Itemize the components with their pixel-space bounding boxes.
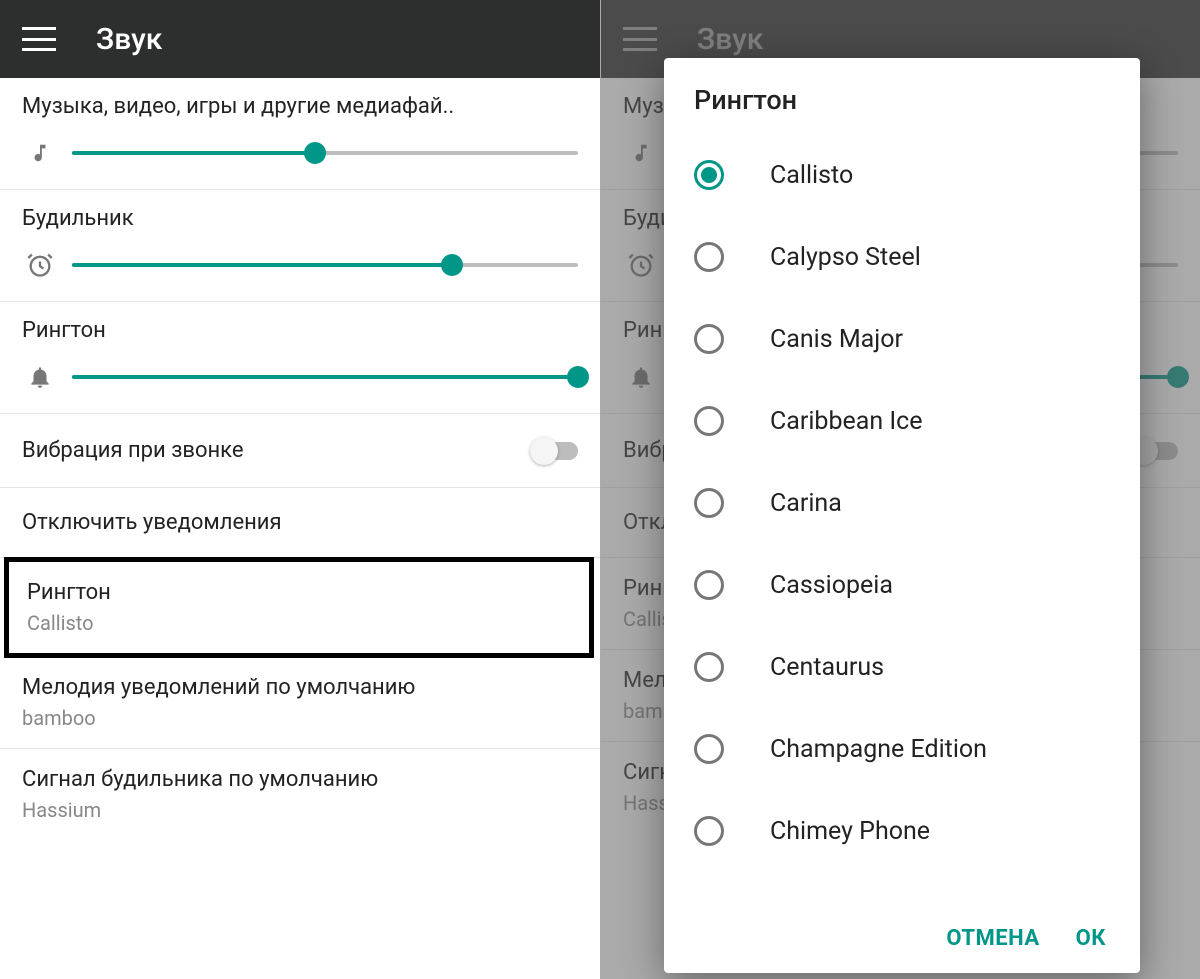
radio-icon	[694, 324, 724, 354]
settings-pane-right: Звук Музыка, видео, игры и другие медиаф…	[600, 0, 1200, 979]
ringtone-option-label: Canis Major	[770, 325, 903, 354]
ringtone-volume-item: Рингтон	[0, 302, 600, 414]
alarm-clock-icon	[22, 251, 58, 279]
settings-list: Музыка, видео, игры и другие медиафай.. …	[0, 78, 600, 840]
ok-button[interactable]: ОК	[1076, 926, 1106, 951]
app-header: Звук	[0, 0, 600, 78]
menu-icon[interactable]	[22, 27, 56, 51]
notification-sound-label: Мелодия уведомлений по умолчанию	[22, 675, 578, 700]
media-volume-label: Музыка, видео, игры и другие медиафай..	[22, 94, 578, 119]
bell-icon	[22, 364, 58, 390]
radio-icon	[694, 160, 724, 190]
vibrate-on-call-label: Вибрация при звонке	[22, 438, 244, 463]
settings-pane-left: Звук Музыка, видео, игры и другие медиаф…	[0, 0, 600, 979]
ringtone-setting-item[interactable]: Рингтон Callisto	[4, 557, 594, 658]
ringtone-picker-dialog: Рингтон Callisto Calypso Steel Canis Major…	[664, 58, 1140, 973]
alarm-sound-item[interactable]: Сигнал будильника по умолчанию Hassium	[0, 749, 600, 840]
ringtone-option[interactable]: Canis Major	[694, 298, 1140, 380]
ringtone-setting-value: Callisto	[27, 611, 571, 635]
alarm-volume-slider[interactable]	[72, 263, 578, 267]
ringtone-option[interactable]: Centaurus	[694, 626, 1140, 708]
ringtone-option[interactable]: Callisto	[694, 134, 1140, 216]
radio-icon	[694, 406, 724, 436]
alarm-volume-item: Будильник	[0, 190, 600, 302]
notification-sound-value: bamboo	[22, 706, 578, 730]
ringtone-setting-label: Рингтон	[27, 580, 571, 605]
mute-notifications-label: Отключить уведомления	[22, 504, 578, 541]
page-title: Звук	[96, 22, 162, 57]
ringtone-option-label: Cassiopeia	[770, 571, 893, 600]
radio-icon	[694, 488, 724, 518]
dialog-actions: ОТМЕНА ОК	[664, 904, 1140, 973]
cancel-button[interactable]: ОТМЕНА	[946, 926, 1039, 951]
ringtone-option[interactable]: Carina	[694, 462, 1140, 544]
alarm-sound-label: Сигнал будильника по умолчанию	[22, 767, 578, 792]
radio-icon	[694, 570, 724, 600]
notification-sound-item[interactable]: Мелодия уведомлений по умолчанию bamboo	[0, 657, 600, 749]
ringtone-option-label: Caribbean Ice	[770, 407, 923, 436]
media-volume-item: Музыка, видео, игры и другие медиафай..	[0, 78, 600, 190]
ringtone-option[interactable]: Caribbean Ice	[694, 380, 1140, 462]
ringtone-option[interactable]: Cassiopeia	[694, 544, 1140, 626]
radio-icon	[694, 242, 724, 272]
radio-icon	[694, 734, 724, 764]
media-volume-slider[interactable]	[72, 151, 578, 155]
music-note-icon	[22, 140, 58, 166]
ringtone-option[interactable]: Champagne Edition	[694, 708, 1140, 790]
ringtone-option-label: Carina	[770, 489, 842, 518]
ringtone-volume-slider[interactable]	[72, 375, 578, 379]
vibrate-switch[interactable]	[530, 442, 578, 460]
ringtone-option[interactable]: Chimey Phone	[694, 790, 1140, 872]
dialog-title: Рингтон	[664, 58, 1140, 134]
ringtone-option-label: Centaurus	[770, 653, 884, 682]
mute-notifications-item[interactable]: Отключить уведомления	[0, 488, 600, 558]
ringtone-option-label: Calypso Steel	[770, 243, 921, 272]
ringtone-option-label: Champagne Edition	[770, 735, 987, 764]
radio-icon	[694, 652, 724, 682]
alarm-sound-value: Hassium	[22, 798, 578, 822]
ringtone-options-list: Callisto Calypso Steel Canis Major Caribbea…	[664, 134, 1140, 904]
vibrate-on-call-item[interactable]: Вибрация при звонке	[0, 414, 600, 488]
ringtone-option-label: Callisto	[770, 161, 853, 190]
radio-icon	[694, 816, 724, 846]
ringtone-option-label: Chimey Phone	[770, 817, 930, 846]
ringtone-volume-label: Рингтон	[22, 318, 578, 343]
ringtone-option[interactable]: Calypso Steel	[694, 216, 1140, 298]
alarm-volume-label: Будильник	[22, 206, 578, 231]
